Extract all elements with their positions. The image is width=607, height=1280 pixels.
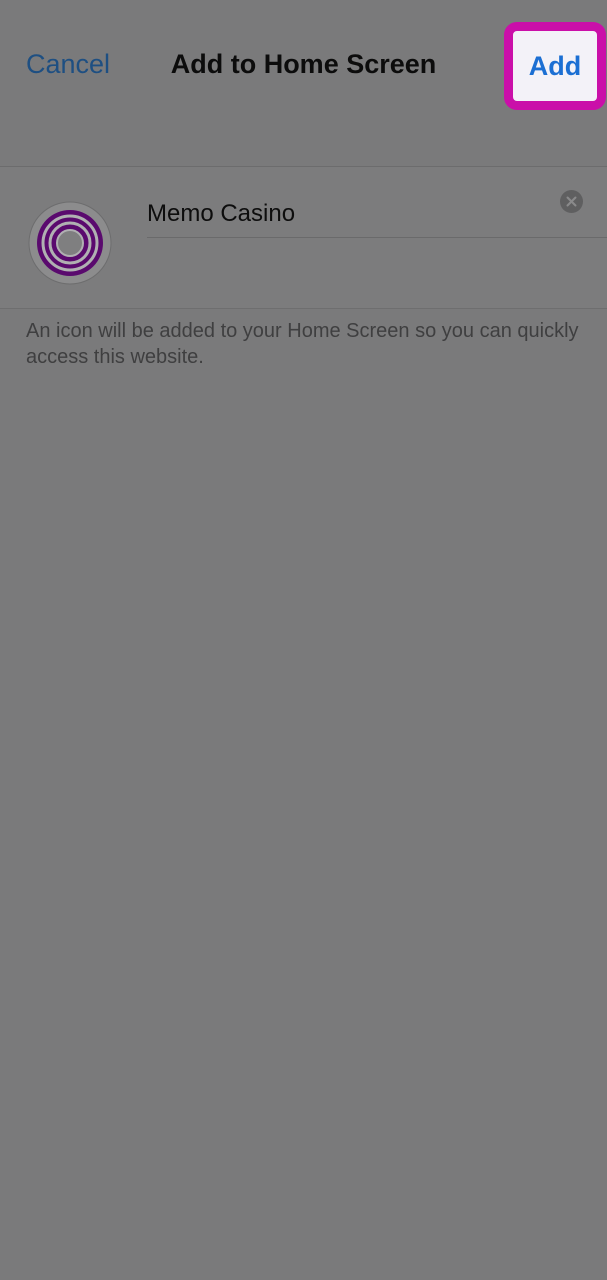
name-field <box>147 190 607 238</box>
bookmark-form <box>0 167 607 309</box>
name-input[interactable] <box>147 193 547 235</box>
navigation-bar: Cancel Add to Home Screen Add <box>0 0 607 167</box>
add-button-highlight: Add <box>504 22 606 110</box>
target-rings-icon <box>28 201 112 285</box>
footer-note: An icon will be added to your Home Scree… <box>26 320 579 368</box>
add-button[interactable]: Add <box>513 31 597 101</box>
clear-x-icon[interactable] <box>560 190 583 213</box>
